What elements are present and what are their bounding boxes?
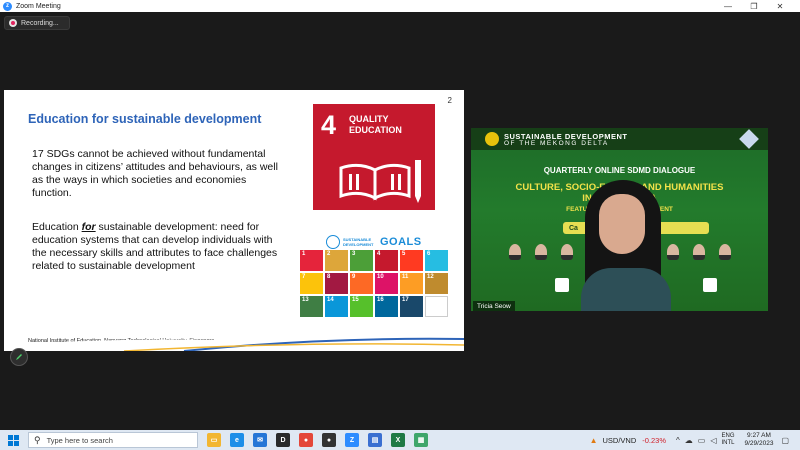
search-placeholder: Type here to search (46, 435, 113, 445)
sdmd-logo-icon (485, 132, 499, 146)
speaker-avatar (719, 244, 731, 260)
slide-paragraph-2-start: Education (32, 221, 82, 233)
participant-face (599, 194, 645, 254)
language-top: ENG (721, 433, 735, 439)
speaker-avatar (561, 244, 573, 260)
language-indicator[interactable]: ENG INTL (722, 433, 735, 447)
sdg-goals-logo: SUSTAINABLE DEVELOPMENT GOALS (326, 235, 422, 249)
sdg-tile: 2 (325, 250, 348, 271)
participant-video[interactable]: SUSTAINABLE DEVELOPMENT OF THE MEKONG DE… (471, 128, 768, 311)
clock-time: 9:27 AM (747, 432, 771, 439)
sdg-tile: 15 (350, 296, 373, 317)
taskbar-pinned-apps: ▭ e ✉ D ● ● Z ▤ X ▦ (198, 433, 428, 447)
fx-pair[interactable]: USD/VND (602, 436, 636, 445)
window-title: Zoom Meeting (16, 2, 61, 10)
volume-icon[interactable]: ◁ (710, 436, 716, 445)
clock[interactable]: 9:27 AM 9/29/2023 (745, 432, 774, 448)
notifications-icon[interactable]: ▢ (781, 436, 789, 445)
cloud-icon[interactable]: ☁ (685, 436, 693, 445)
annotate-pencil-button[interactable] (10, 348, 28, 366)
fx-change: -0.23% (642, 435, 667, 445)
un-emblem-icon (326, 235, 340, 249)
sdg-tile: 10 (375, 273, 398, 294)
slide-paragraph-2-emphasis: for (81, 221, 96, 233)
goals-logo-small-text: SUSTAINABLE DEVELOPMENT (343, 237, 374, 247)
minimize-button[interactable]: — (716, 0, 740, 12)
sdg-tile (425, 296, 448, 317)
chart-icon: ▲ (589, 435, 598, 445)
partner-logo (703, 278, 717, 292)
app-doc-icon[interactable]: ▤ (368, 433, 382, 447)
sdg-tile: 6 (425, 250, 448, 271)
search-icon: ⚲ (34, 434, 41, 445)
participant-body (581, 268, 671, 311)
speaker-avatar (693, 244, 705, 260)
start-button[interactable] (4, 430, 22, 450)
speaker-avatar (509, 244, 521, 260)
sdg-tile: 14 (325, 296, 348, 317)
sdg-tile: 11 (400, 273, 423, 294)
slide-paragraph-2: Education for sustainable development: n… (32, 221, 280, 273)
banner-event: QUARTERLY ONLINE SDMD DIALOGUE (543, 166, 696, 175)
sdg-tile: 17 (400, 296, 423, 317)
clock-date: 9/29/2023 (744, 440, 774, 447)
shared-slide: 2 Education for sustainable development … (4, 90, 464, 351)
sdg-tile: 4 (375, 250, 398, 271)
book-pencil-icon (339, 160, 421, 203)
chrome-icon[interactable]: ● (299, 433, 313, 447)
goals-logo-text: GOALS (380, 236, 422, 248)
mail-icon[interactable]: ✉ (253, 433, 267, 447)
slide-title: Education for sustainable development (28, 112, 262, 126)
windows-taskbar: ⚲ Type here to search ▭ e ✉ D ● ● Z ▤ X ▦ ▲ USD/V… (0, 430, 800, 450)
participant-person (579, 180, 679, 311)
network-icon[interactable]: ▭ (698, 436, 706, 445)
edge-icon[interactable]: e (230, 433, 244, 447)
recording-indicator[interactable]: Recording... (4, 16, 70, 30)
excel-icon[interactable]: X (391, 433, 405, 447)
close-button[interactable]: ✕ (768, 0, 792, 12)
sdg-tile: 7 (300, 273, 323, 294)
partner-logo (555, 278, 569, 292)
system-tray: ▲ USD/VND -0.23% ^ ☁ ▭ ◁ ENG INTL 9:27 A… (590, 430, 794, 450)
sdg-tile: 5 (400, 250, 423, 271)
slide-paragraph-1: 17 SDGs cannot be achieved without funda… (32, 148, 278, 199)
participant-name-tag: Tricia Seow (473, 301, 515, 311)
zoom-icon[interactable]: Z (345, 433, 359, 447)
app-green-icon[interactable]: ▦ (414, 433, 428, 447)
sdg-tile: 16 (375, 296, 398, 317)
pencil-icon (16, 354, 22, 360)
speaker-avatar (535, 244, 547, 260)
sdg-tile: 8 (325, 273, 348, 294)
sdg-tile: 12 (425, 273, 448, 294)
slide-number: 2 (447, 96, 452, 105)
maximize-button[interactable]: ❐ (742, 0, 766, 12)
dell-icon[interactable]: D (276, 433, 290, 447)
sdg-tile: 9 (350, 273, 373, 294)
app-dark-icon[interactable]: ● (322, 433, 336, 447)
sdg-tile: 13 (300, 296, 323, 317)
language-bottom: INTL (721, 440, 735, 446)
sdg-tile: 3 (350, 250, 373, 271)
slide-swoosh-decoration (4, 337, 464, 351)
banner-title-line2: OF THE MEKONG DELTA (504, 140, 609, 147)
recording-label: Recording... (21, 19, 59, 27)
chevron-up-icon[interactable]: ^ (676, 436, 680, 445)
file-explorer-icon[interactable]: ▭ (207, 433, 221, 447)
sdg-tile: 1 (300, 250, 323, 271)
recording-icon (9, 19, 17, 27)
window-titlebar: z Zoom Meeting (0, 0, 800, 12)
sdg4-quality-education-tile: 4 QUALITY EDUCATION (313, 104, 435, 210)
taskbar-search-box[interactable]: ⚲ Type here to search (28, 432, 198, 448)
windows-logo-icon (7, 434, 19, 446)
sdg-tiles-grid: 1 2 3 4 5 6 7 8 9 10 11 12 13 14 15 16 17 (300, 250, 452, 317)
zoom-logo-icon: z (3, 1, 12, 11)
